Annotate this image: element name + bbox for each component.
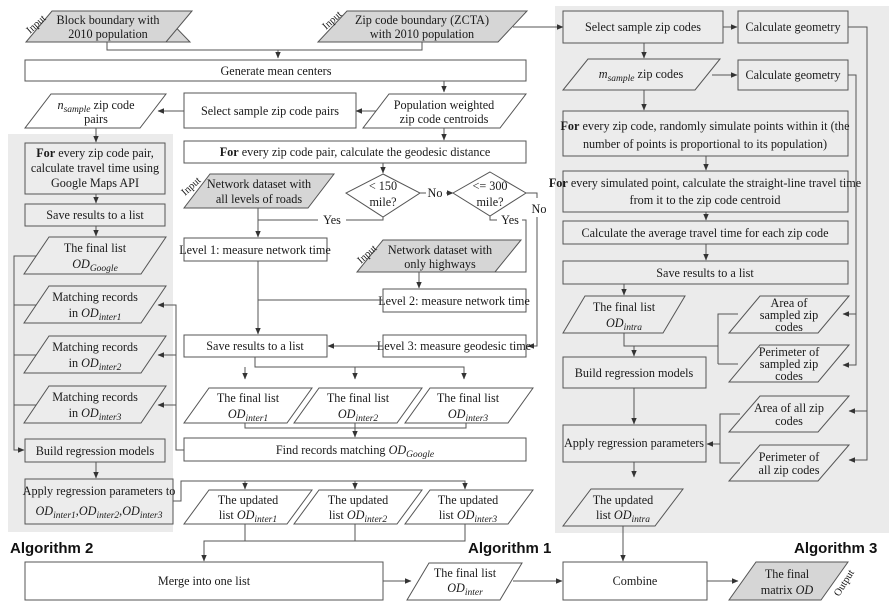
svg-text:Build regression models: Build regression models [575,366,694,380]
svg-text:calculate travel time using: calculate travel time using [31,161,159,175]
svg-text:Level 3: measure geodesic time: Level 3: measure geodesic time [377,339,531,353]
svg-text:Apply regression parameters: Apply regression parameters [564,436,704,450]
svg-text:For every zip code pair,: For every zip code pair, [36,146,154,160]
svg-text:< 150: < 150 [369,179,397,193]
svg-text:For every zip code pair, calcu: For every zip code pair, calculate the g… [220,145,491,159]
m-sample-zip-codes: msample zip codes [561,58,722,91]
updated-list-inter1: The updated list ODinter1 [183,489,313,525]
svg-text:Google Maps API: Google Maps API [51,176,139,190]
n-sample-pairs: nsample zip code pairs [23,93,168,129]
svg-text:mile?: mile? [369,195,396,209]
zip-boundary-line1: Zip code boundary (ZCTA) [355,13,489,27]
svg-text:Select sample zip codes: Select sample zip codes [585,20,701,34]
input-network-all-roads: Network dataset with all levels of roads… [180,173,336,209]
svg-text:The updated: The updated [438,493,499,507]
od-google-list: The final list ODGoogle [23,236,167,275]
select-sample-pairs-label: Select sample zip code pairs [201,104,339,118]
algorithm-1-label: Algorithm 1 [468,540,551,557]
svg-text:Merge into one list: Merge into one list [158,574,251,588]
svg-text:mile?: mile? [476,195,503,209]
matching-inter1: Matching records in ODinter1 [23,285,167,324]
svg-text:Save results to a list: Save results to a list [46,208,144,222]
svg-text:Population weighted: Population weighted [394,98,495,112]
svg-text:codes: codes [775,414,803,428]
block-boundary-line2: 2010 population [68,27,148,41]
svg-text:zip code centroids: zip code centroids [400,112,489,126]
weighted-centroids: Population weighted zip code centroids [361,93,528,129]
svg-text:only highways: only highways [404,257,476,271]
algorithm-2-label: Algorithm 2 [10,540,93,557]
svg-text:The final list: The final list [593,300,656,314]
svg-text:matrix OD: matrix OD [761,583,814,597]
updated-list-inter2: The updated list ODinter2 [293,489,423,525]
svg-text:The updated: The updated [593,493,654,507]
no-label: No [428,186,443,200]
svg-text:Calculate geometry: Calculate geometry [745,20,841,34]
svg-text:For every simulated point, cal: For every simulated point, calculate the… [549,176,861,190]
svg-text:all levels of roads: all levels of roads [216,192,303,206]
final-list-inter2: The final list ODinter2 [293,387,423,424]
yes-label: Yes [323,213,341,227]
svg-text:Combine: Combine [613,574,658,588]
block-boundary-line1: Block boundary with [57,13,160,27]
svg-text:Network dataset with: Network dataset with [207,177,311,191]
svg-text:Level 2: measure network time: Level 2: measure network time [378,294,530,308]
yes-label: Yes [501,213,519,227]
input-zip-boundary: Zip code boundary (ZCTA) with 2010 popul… [316,9,529,43]
svg-text:Area of all zip: Area of all zip [754,401,824,415]
svg-text:codes: codes [775,320,803,334]
svg-text:Apply regression parameters to: Apply regression parameters to [23,484,176,498]
zip-boundary-line2: with 2010 population [370,27,474,41]
svg-text:Level 1: measure network time: Level 1: measure network time [179,243,331,257]
svg-text:from it to the zip code centro: from it to the zip code centroid [630,193,781,207]
svg-text:Save results to a list: Save results to a list [656,266,754,280]
decision-150-miles: < 150 mile? [345,173,421,218]
svg-text:The final list: The final list [64,241,127,255]
svg-text:Calculate geometry: Calculate geometry [745,68,841,82]
svg-text:The final: The final [765,567,810,581]
svg-text:Save results to a list: Save results to a list [206,339,304,353]
matching-inter2: Matching records in ODinter2 [23,335,167,374]
generate-mean-centers-label: Generate mean centers [221,64,332,78]
algorithm-3-label: Algorithm 3 [794,540,877,557]
output-final-matrix-od: The final matrix OD Output [728,561,857,601]
final-list-inter3: The final list ODinter3 [404,387,534,424]
svg-text:The final list: The final list [217,391,280,405]
no-label: No [532,202,547,216]
svg-text:number of points is proportion: number of points is proportional to its … [583,137,827,151]
svg-text:Perimeter of: Perimeter of [759,450,821,464]
decision-300-miles: <= 300 mile? [452,171,527,217]
svg-text:Matching records: Matching records [52,390,138,404]
svg-text:Matching records: Matching records [52,340,138,354]
svg-text:The updated: The updated [328,493,389,507]
input-block-boundary: Block boundary with 2010 population Inpu… [25,10,194,43]
updated-list-inter3: The updated list ODinter3 [404,489,534,525]
svg-text:all zip codes: all zip codes [759,463,820,477]
final-list-inter1: The final list ODinter1 [183,387,313,424]
matching-inter3: Matching records in ODinter3 [23,385,167,424]
svg-text:Network dataset with: Network dataset with [388,243,492,257]
n-sample-line2: pairs [84,112,108,126]
svg-text:The final list: The final list [327,391,390,405]
final-list-od-inter: The final list ODinter [406,562,523,601]
svg-text:Matching records: Matching records [52,290,138,304]
svg-text:For every zip code, randomly s: For every zip code, randomly simulate po… [560,119,849,133]
svg-text:codes: codes [775,369,803,383]
input-network-highways: Network dataset with only highways Input [356,239,523,273]
svg-text:The final list: The final list [437,391,500,405]
svg-text:The final list: The final list [434,566,497,580]
svg-text:Build regression models: Build regression models [36,444,155,458]
final-list-od-intra: The final list ODintra [562,295,686,334]
svg-text:<= 300: <= 300 [472,179,507,193]
flowchart: Block boundary with 2010 population Inpu… [8,6,889,601]
svg-text:The updated: The updated [218,493,279,507]
svg-text:Calculate the average travel t: Calculate the average travel time for ea… [582,226,829,240]
